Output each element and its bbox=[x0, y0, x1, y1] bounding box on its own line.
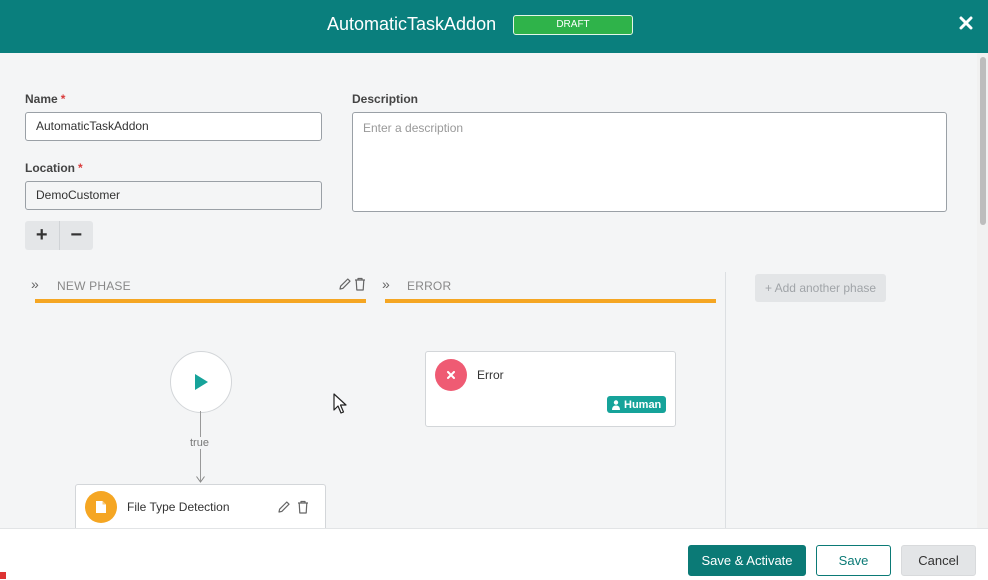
modal-footer: Save & Activate Save Cancel bbox=[0, 528, 988, 580]
add-phase-button[interactable]: + Add another phase bbox=[755, 274, 886, 302]
edit-phase-button[interactable] bbox=[337, 276, 353, 292]
pencil-icon bbox=[339, 278, 351, 290]
delete-phase-button[interactable] bbox=[352, 276, 368, 292]
save-button[interactable]: Save bbox=[816, 545, 891, 576]
mouse-cursor-icon bbox=[333, 393, 347, 414]
phase-collapse-chevron[interactable]: » bbox=[31, 277, 39, 291]
modal-header: AutomaticTaskAddon DRAFT bbox=[0, 0, 988, 53]
location-input-value: DemoCustomer bbox=[36, 188, 121, 202]
play-icon bbox=[195, 374, 208, 390]
zoom-in-button[interactable]: + bbox=[25, 221, 59, 250]
name-label-text: Name bbox=[25, 92, 58, 106]
close-button[interactable] bbox=[955, 12, 977, 34]
error-node[interactable]: Error Human bbox=[425, 351, 676, 427]
location-label: Location * bbox=[25, 161, 83, 175]
description-placeholder: Enter a description bbox=[363, 121, 464, 135]
save-activate-button[interactable]: Save & Activate bbox=[688, 545, 806, 576]
delete-node-button[interactable] bbox=[295, 499, 311, 515]
location-input[interactable]: DemoCustomer bbox=[25, 181, 322, 210]
scrollbar-thumb[interactable] bbox=[980, 57, 986, 225]
phase-title-error[interactable]: ERROR bbox=[407, 279, 451, 293]
phase-title-new-phase[interactable]: NEW PHASE bbox=[57, 279, 131, 293]
description-textarea[interactable]: Enter a description bbox=[352, 112, 947, 212]
file-icon bbox=[96, 501, 106, 513]
status-badge: DRAFT bbox=[513, 15, 633, 35]
trash-icon bbox=[355, 277, 365, 291]
description-label: Description bbox=[352, 92, 419, 106]
human-badge-label: Human bbox=[624, 398, 662, 411]
phase-bar-error bbox=[385, 299, 716, 303]
human-badge: Human bbox=[607, 396, 667, 413]
name-input[interactable]: AutomaticTaskAddon bbox=[25, 112, 322, 141]
name-label: Name * bbox=[25, 92, 65, 106]
name-input-value: AutomaticTaskAddon bbox=[36, 119, 149, 133]
phase-bar-new-phase bbox=[35, 299, 366, 303]
error-node-icon-circle bbox=[435, 359, 467, 391]
required-marker: * bbox=[60, 92, 66, 106]
zoom-out-button[interactable]: − bbox=[58, 221, 94, 250]
edge-label: true bbox=[188, 437, 211, 449]
corner-marker bbox=[0, 572, 6, 579]
vertical-scrollbar[interactable] bbox=[977, 53, 988, 528]
node-title: File Type Detection bbox=[127, 500, 230, 514]
cancel-button[interactable]: Cancel bbox=[901, 545, 976, 576]
required-marker: * bbox=[78, 161, 83, 175]
pencil-icon bbox=[278, 501, 290, 513]
zoom-controls: + − bbox=[25, 221, 93, 250]
file-node-icon-circle bbox=[85, 491, 117, 523]
location-label-text: Location bbox=[25, 161, 75, 175]
close-icon bbox=[959, 16, 973, 30]
file-type-detection-node[interactable]: File Type Detection bbox=[75, 484, 326, 528]
page-title: AutomaticTaskAddon bbox=[327, 14, 497, 34]
start-node[interactable] bbox=[170, 351, 232, 413]
phase-collapse-chevron[interactable]: » bbox=[382, 277, 390, 291]
user-icon bbox=[612, 399, 620, 410]
edit-node-button[interactable] bbox=[276, 499, 292, 515]
trash-icon bbox=[298, 500, 308, 514]
arrow-down-icon bbox=[196, 476, 205, 483]
phase-divider bbox=[725, 272, 726, 528]
node-title: Error bbox=[477, 368, 504, 382]
close-icon bbox=[447, 371, 455, 379]
